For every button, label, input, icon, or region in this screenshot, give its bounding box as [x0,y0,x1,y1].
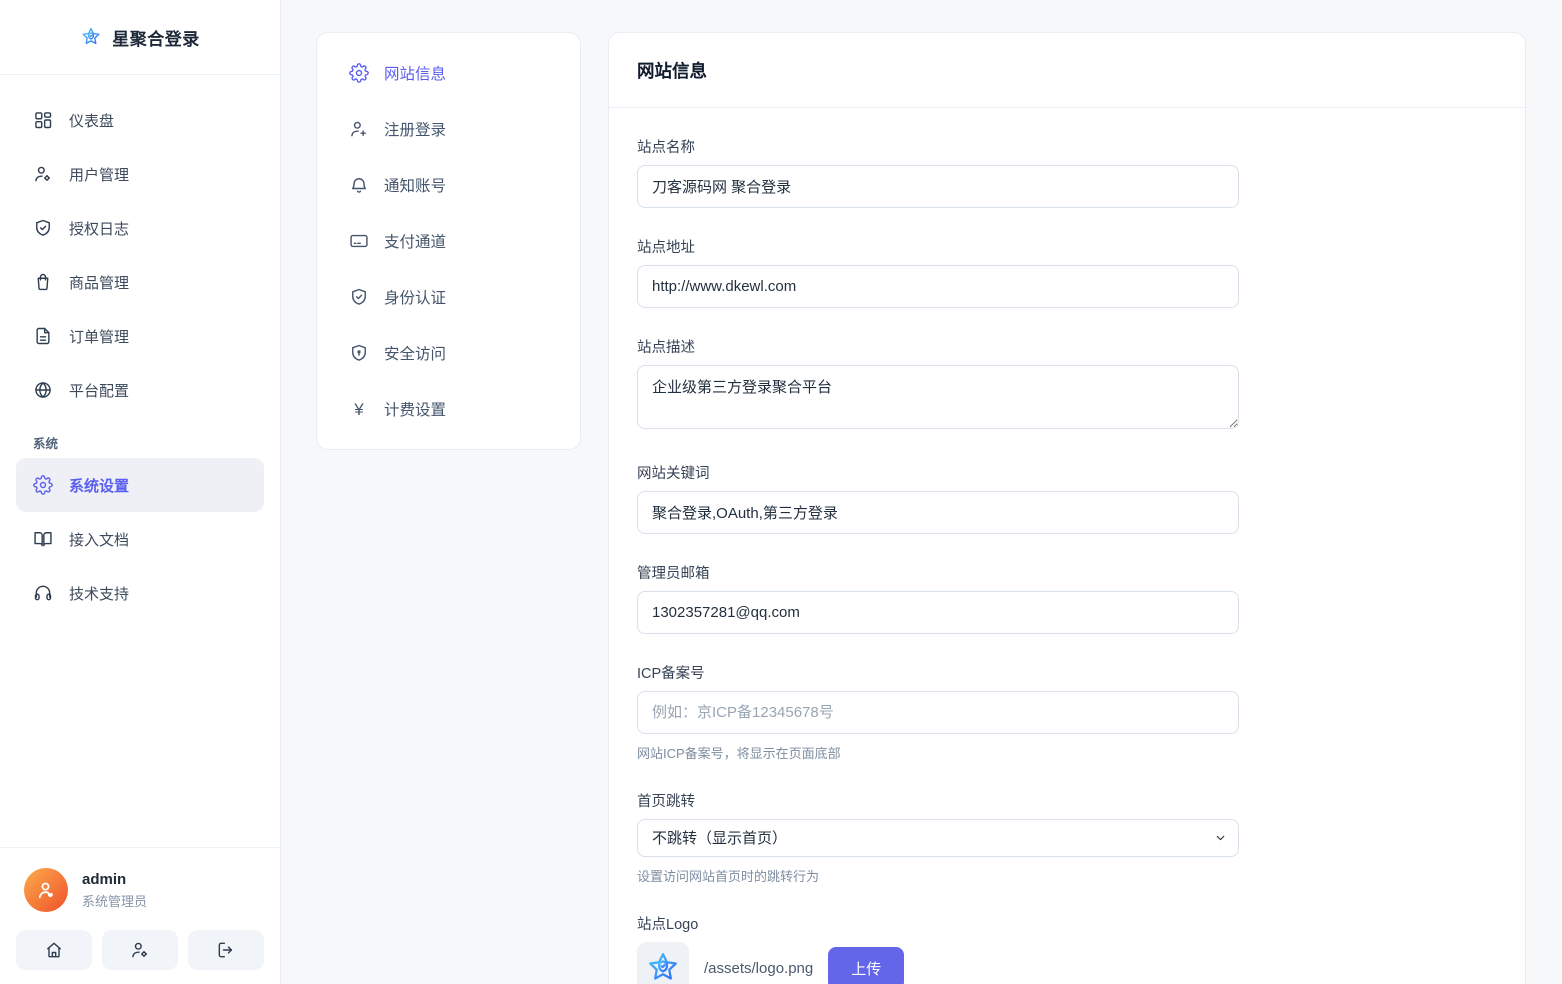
subnav-item-label: 身份认证 [384,290,447,307]
bell-icon [349,175,369,195]
shield-check-icon [349,287,369,307]
home-redirect-hint: 设置访问网站首页时的跳转行为 [637,869,820,884]
user-manage-button[interactable] [102,930,178,970]
icp-hint: 网站ICP备案号，将显示在页面底部 [637,746,841,761]
document-icon [33,326,53,346]
subnav-item-notification-accounts[interactable]: 通知账号 [317,157,580,213]
user-settings-icon [33,164,53,184]
sidebar-item-label: 商品管理 [69,274,130,292]
logout-button[interactable] [188,930,264,970]
subnav-item-label: 安全访问 [384,346,447,363]
sidebar-item-label: 技术支持 [69,585,130,603]
star-logo-icon [80,26,102,48]
sidebar-item-docs[interactable]: 接入文档 [0,512,280,566]
user-role: 系统管理员 [82,893,148,909]
logo-upload-button[interactable]: 上传 [828,946,905,984]
subnav-item-security-access[interactable]: 安全访问 [317,325,580,381]
sidebar-item-platform-config[interactable]: 平台配置 [0,363,280,417]
shopping-bag-icon [33,272,53,292]
site-logo-label: 站点Logo [637,917,699,933]
settings-subnav: 网站信息 注册登录 通知账号 支付通道 身份认证 安全访问 ¥ 计费设置 [316,32,581,450]
page-title: 网站信息 [637,60,707,81]
user-info: admin 系统管理员 [16,868,264,912]
user-name: admin [82,870,127,888]
sidebar-item-label: 授权日志 [69,220,130,238]
home-redirect-select[interactable]: 不跳转（显示首页） [637,819,1239,857]
brand-logo: 星聚合登录 [0,0,280,75]
sidebar-item-label: 用户管理 [69,166,130,184]
sidebar-footer: admin 系统管理员 [0,847,280,984]
gear-icon [349,63,369,83]
subnav-item-register-login[interactable]: 注册登录 [317,101,580,157]
sidebar-item-dashboard[interactable]: 仪表盘 [0,93,280,147]
main-area: 网站信息 注册登录 通知账号 支付通道 身份认证 安全访问 ¥ 计费设置 网站信… [281,0,1562,984]
sidebar-item-label: 接入文档 [69,531,130,549]
sidebar-item-products[interactable]: 商品管理 [0,255,280,309]
subnav-item-payment-channels[interactable]: 支付通道 [317,213,580,269]
keywords-label: 网站关键词 [637,466,710,482]
sidebar-item-orders[interactable]: 订单管理 [0,309,280,363]
site-name-label: 站点名称 [637,140,695,156]
sidebar-item-auth-logs[interactable]: 授权日志 [0,201,280,255]
home-button[interactable] [16,930,92,970]
sidebar-item-system-settings[interactable]: 系统设置 [16,458,264,512]
subnav-item-label: 支付通道 [384,234,447,251]
website-info-form: 站点名称 站点地址 站点描述 企业级第三方登录聚合平台 网站关键词 管理员邮箱 … [609,108,1267,984]
home-icon [44,940,64,960]
site-name-input[interactable] [637,165,1239,208]
globe-icon [33,380,53,400]
footer-actions [16,930,264,970]
site-desc-label: 站点描述 [637,340,695,356]
subnav-item-billing-settings[interactable]: ¥ 计费设置 [317,381,580,437]
keywords-input[interactable] [637,491,1239,534]
sidebar-section-system: 系统 [33,437,59,451]
avatar [24,868,68,912]
content-header: 网站信息 [609,33,1525,108]
site-logo-path: /assets/logo.png [704,959,814,977]
sidebar-item-label: 订单管理 [69,328,130,346]
user-settings-icon [130,940,150,960]
logout-icon [216,940,236,960]
sidebar: 星聚合登录 仪表盘 用户管理 授权日志 商品管理 订单管理 平台配置 系统 系统… [0,0,281,984]
sidebar-item-support[interactable]: 技术支持 [0,566,280,620]
sidebar-item-label: 系统设置 [69,477,130,495]
icp-input[interactable] [637,691,1239,734]
user-plus-icon [349,119,369,139]
home-redirect-label: 首页跳转 [637,794,695,810]
shield-check-icon [33,218,53,238]
site-logo-preview [637,942,689,984]
shield-lock-icon [349,343,369,363]
subnav-item-label: 计费设置 [384,402,447,419]
brand-name: 星聚合登录 [112,29,200,49]
admin-email-input[interactable] [637,591,1239,634]
site-desc-textarea[interactable]: 企业级第三方登录聚合平台 [637,365,1239,429]
gear-icon [33,475,53,495]
sidebar-menu: 仪表盘 用户管理 授权日志 商品管理 订单管理 平台配置 系统 系统设置 接入文… [0,75,280,620]
subnav-item-label: 注册登录 [384,122,447,139]
book-icon [33,529,53,549]
subnav-item-website-info[interactable]: 网站信息 [317,45,580,101]
credit-card-icon [349,231,369,251]
content-card: 网站信息 站点名称 站点地址 站点描述 企业级第三方登录聚合平台 网站关键词 管… [608,32,1526,984]
headphones-icon [33,583,53,603]
yen-icon: ¥ [354,399,364,419]
sidebar-item-label: 平台配置 [69,382,130,400]
subnav-item-identity-auth[interactable]: 身份认证 [317,269,580,325]
sidebar-item-label: 仪表盘 [69,112,115,130]
icp-label: ICP备案号 [637,666,705,682]
sidebar-item-users[interactable]: 用户管理 [0,147,280,201]
subnav-item-label: 网站信息 [384,66,447,83]
site-url-label: 站点地址 [637,240,695,256]
admin-email-label: 管理员邮箱 [637,566,710,582]
site-url-input[interactable] [637,265,1239,308]
dashboard-icon [33,110,53,130]
subnav-item-label: 通知账号 [384,178,447,195]
